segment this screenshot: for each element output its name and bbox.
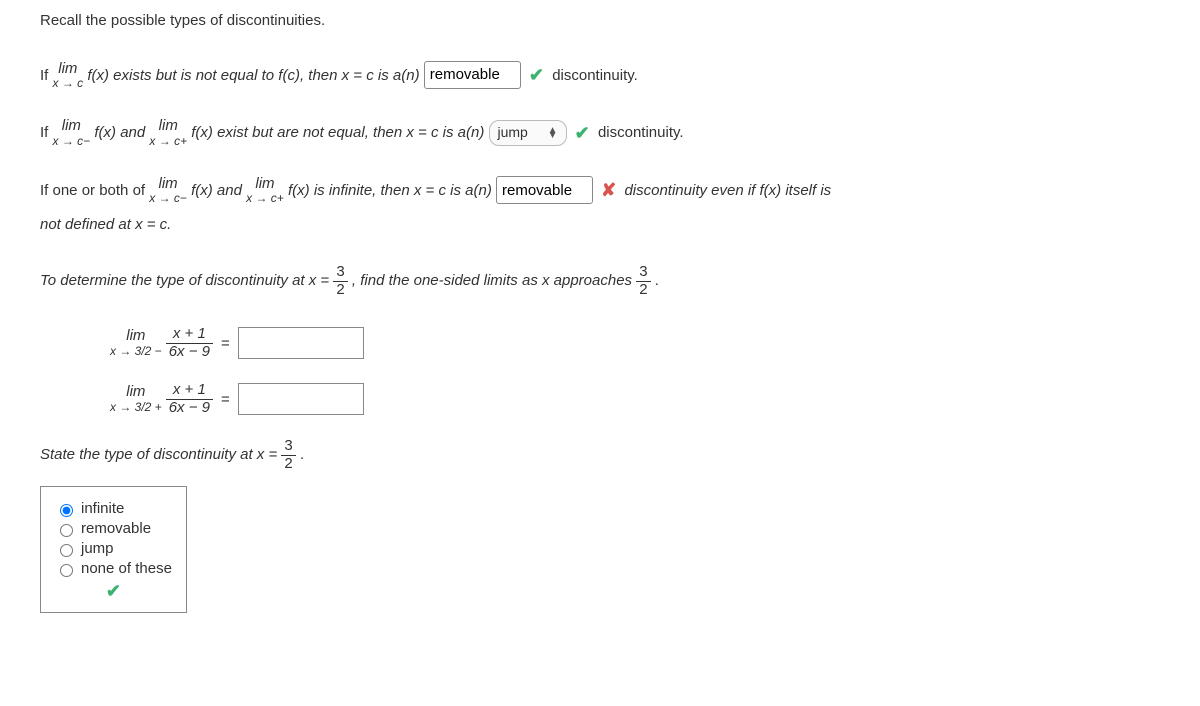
radio-infinite[interactable] xyxy=(60,504,73,517)
fraction: x + 1 6x − 9 xyxy=(166,382,213,416)
text: f(x) exists but is not equal to f(c), th… xyxy=(87,66,423,83)
check-icon: ✔ xyxy=(575,123,590,143)
option-infinite[interactable]: infinite xyxy=(55,500,172,517)
limit-notation-right: lim x → c+ xyxy=(149,118,187,148)
text: . xyxy=(300,446,304,463)
option-jump[interactable]: jump xyxy=(55,540,172,557)
discontinuity-type-input-3[interactable] xyxy=(496,176,593,204)
text: f(x) and xyxy=(94,124,149,141)
equals: = xyxy=(221,391,230,408)
statement-3: If one or both of lim x → c− f(x) and li… xyxy=(40,176,1160,236)
limit-left-answer-input[interactable] xyxy=(238,327,364,359)
limit-right-answer-input[interactable] xyxy=(238,383,364,415)
limit-left-row: lim x → 3/2 − x + 1 6x − 9 = xyxy=(110,326,1160,360)
fraction: x + 1 6x − 9 xyxy=(166,326,213,360)
text: . xyxy=(655,272,659,289)
limit-notation: lim x → 3/2 + xyxy=(110,384,162,414)
limit-notation: lim x → 3/2 − xyxy=(110,328,162,358)
statement-1: If lim x → c f(x) exists but is not equa… xyxy=(40,61,1160,91)
intro-text: Recall the possible types of discontinui… xyxy=(40,10,1160,33)
radio-jump[interactable] xyxy=(60,544,73,557)
text: If one or both of xyxy=(40,182,149,199)
text: f(x) is infinite, then x = c is a(n) xyxy=(288,182,496,199)
discontinuity-type-select[interactable]: jump ▲▼ xyxy=(489,120,567,146)
determine-line: To determine the type of discontinuity a… xyxy=(40,264,1160,298)
fraction: 3 2 xyxy=(636,264,650,298)
text: If xyxy=(40,66,53,83)
text: f(x) and xyxy=(191,182,246,199)
text: State the type of discontinuity at x = xyxy=(40,446,281,463)
text: discontinuity even if f(x) itself is xyxy=(624,182,831,199)
answer-options-box: infinite removable jump none of these ✔ xyxy=(40,486,187,613)
updown-icon: ▲▼ xyxy=(548,128,558,138)
text: discontinuity. xyxy=(552,66,638,83)
discontinuity-type-input-1[interactable] xyxy=(424,61,521,89)
option-label: infinite xyxy=(81,500,124,517)
option-label: none of these xyxy=(81,560,172,577)
state-line: State the type of discontinuity at x = 3… xyxy=(40,438,1160,472)
option-none[interactable]: none of these xyxy=(55,560,172,577)
limit-notation: lim x → c xyxy=(53,61,84,91)
limit-notation-left: lim x → c− xyxy=(53,118,91,148)
option-label: jump xyxy=(81,540,114,557)
check-icon: ✔ xyxy=(106,581,121,601)
text: not defined at x = c. xyxy=(40,214,1160,237)
text: To determine the type of discontinuity a… xyxy=(40,272,333,289)
radio-removable[interactable] xyxy=(60,524,73,537)
statement-2: If lim x → c− f(x) and lim x → c+ f(x) e… xyxy=(40,118,1160,148)
fraction: 3 2 xyxy=(333,264,347,298)
limit-notation-right: lim x → c+ xyxy=(246,176,284,206)
option-removable[interactable]: removable xyxy=(55,520,172,537)
option-label: removable xyxy=(81,520,151,537)
fraction: 3 2 xyxy=(281,438,295,472)
cross-icon: ✘ xyxy=(601,180,616,200)
limit-right-row: lim x → 3/2 + x + 1 6x − 9 = xyxy=(110,382,1160,416)
text: f(x) exist but are not equal, then x = c… xyxy=(191,124,488,141)
limit-notation-left: lim x → c− xyxy=(149,176,187,206)
radio-none[interactable] xyxy=(60,564,73,577)
equals: = xyxy=(221,335,230,352)
text: , find the one-sided limits as x approac… xyxy=(352,272,636,289)
text: discontinuity. xyxy=(598,124,684,141)
text: If xyxy=(40,124,53,141)
check-icon: ✔ xyxy=(529,65,544,85)
